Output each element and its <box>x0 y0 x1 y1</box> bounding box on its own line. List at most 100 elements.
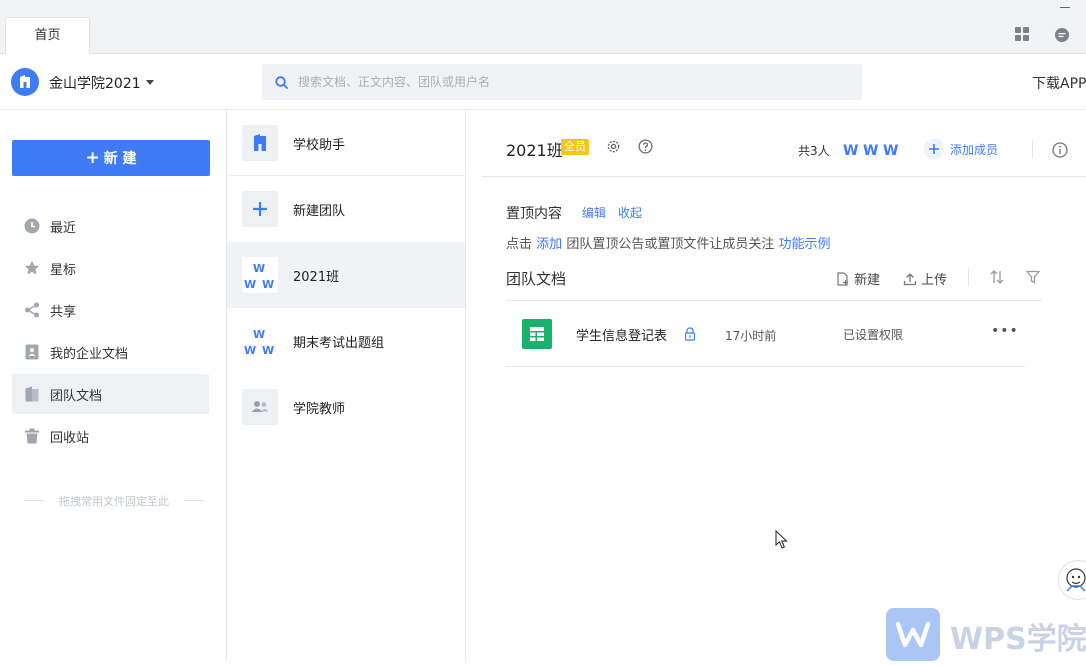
add-pinned-link[interactable]: 添加 <box>536 237 562 252</box>
file-modified-time: 17小时前 <box>725 329 777 343</box>
org-name[interactable]: 金山学院2021 <box>49 73 141 93</box>
hint-prefix: 点击 <box>506 237 533 252</box>
wps-member-avatars-icon: W W W <box>244 328 274 357</box>
file-permission-status: 已设置权限 <box>843 328 904 342</box>
mascot-icon <box>1066 568 1086 592</box>
header: 金山学院2021 下载APP <box>0 54 1086 110</box>
team-name: 学校助手 <box>293 138 346 153</box>
member-avatars-icon[interactable]: W W W <box>843 142 903 157</box>
divider <box>968 268 969 286</box>
clock-icon <box>24 218 40 234</box>
star-icon <box>24 260 40 275</box>
team-avatar: W W W <box>242 323 278 359</box>
sidebar-item-label: 回收站 <box>50 431 90 446</box>
team-item[interactable]: W W W 2021班 <box>227 242 465 308</box>
sheet-grid-icon <box>530 327 544 341</box>
info-icon[interactable] <box>1052 142 1068 158</box>
people-icon <box>251 401 269 412</box>
chevron-down-icon[interactable] <box>146 80 154 85</box>
pinned-section-title: 置顶内容 <box>506 206 562 222</box>
team-item[interactable]: 学校助手 <box>227 110 465 176</box>
wps-logo-icon <box>895 621 931 648</box>
new-button-label: 新 建 <box>103 151 137 167</box>
edit-pinned-link[interactable]: 编辑 <box>582 204 606 221</box>
team-avatar <box>242 125 278 161</box>
add-member-icon[interactable] <box>923 138 945 160</box>
gear-icon[interactable] <box>606 139 621 154</box>
search-icon <box>275 76 288 89</box>
enterprise-doc-icon <box>25 344 39 360</box>
search-box[interactable] <box>262 64 862 100</box>
wps-watermark-logo <box>886 608 940 661</box>
sidebar-item-trash[interactable]: 回收站 <box>12 416 209 456</box>
svg-text:W: W <box>843 143 858 157</box>
svg-text:W: W <box>863 143 878 157</box>
svg-text:W: W <box>253 328 265 341</box>
upload-button[interactable]: 上传 <box>903 269 947 288</box>
sidebar-item-label: 星标 <box>50 263 77 278</box>
collapse-pinned-link[interactable]: 收起 <box>618 204 642 221</box>
tab-home[interactable]: 首页 <box>5 17 90 54</box>
team-avatar <box>242 389 278 425</box>
upload-icon <box>903 273 917 286</box>
team-name: 新建团队 <box>293 204 346 219</box>
wps-member-avatars-icon: W W W <box>244 262 274 291</box>
team-item[interactable]: 学院教师 <box>227 374 465 440</box>
feature-example-link[interactable]: 功能示例 <box>778 237 830 252</box>
team-name: 2021班 <box>293 270 340 285</box>
svg-text:W: W <box>244 278 256 291</box>
pin-drop-hint: 拖拽常用文件固定至此 <box>24 493 204 509</box>
org-logo[interactable] <box>11 68 39 96</box>
svg-text:W: W <box>883 143 898 157</box>
member-count: 共3人 <box>798 144 830 158</box>
sidebar-item-label: 团队文档 <box>50 389 103 404</box>
tab-bar: 首页 <box>0 0 1086 54</box>
upload-label: 上传 <box>921 273 948 288</box>
download-app-link[interactable]: 下载APP <box>1032 73 1086 93</box>
team-detail: 2021班 全员 共3人 W W W 添加成员 置顶内容 编辑 收起 点击 添加… <box>466 110 1086 661</box>
hint-text: 团队置顶公告或置顶文件让成员关注 <box>566 237 775 252</box>
header-divider <box>482 176 1086 177</box>
apps-grid-icon[interactable] <box>1015 27 1030 42</box>
sidebar-item-enterprise-docs[interactable]: 我的企业文档 <box>12 332 209 372</box>
sidebar-item-recent[interactable]: 最近 <box>12 206 209 246</box>
lock-icon <box>684 327 696 341</box>
mouse-cursor-icon <box>775 530 788 549</box>
message-icon[interactable] <box>1054 27 1070 43</box>
file-name[interactable]: 学生信息登记表 <box>576 325 667 344</box>
sidebar-item-label: 共享 <box>50 305 77 320</box>
search-input[interactable] <box>298 64 838 100</box>
team-name: 学院教师 <box>293 402 346 417</box>
sidebar-item-team-docs[interactable]: 团队文档 <box>12 374 209 414</box>
share-icon <box>25 302 39 318</box>
svg-text:W: W <box>262 344 274 357</box>
new-doc-button[interactable]: 新建 <box>836 269 880 288</box>
school-assistant-icon <box>254 134 266 151</box>
add-member-button[interactable]: 添加成员 <box>950 141 998 158</box>
team-item-create[interactable]: 新建团队 <box>227 176 465 242</box>
table-row[interactable]: 学生信息登记表 17小时前 已设置权限 ••• <box>506 301 1025 367</box>
more-options-icon[interactable]: ••• <box>991 323 1019 339</box>
sidebar-item-shared[interactable]: 共享 <box>12 290 209 330</box>
spreadsheet-icon <box>522 319 552 349</box>
minimize-icon[interactable] <box>1060 7 1070 8</box>
svg-text:W: W <box>262 278 274 291</box>
team-doc-icon <box>25 386 39 402</box>
sidebar-item-label: 最近 <box>50 221 77 236</box>
team-item[interactable]: W W W 期末考试出题组 <box>227 308 465 374</box>
filter-icon[interactable] <box>1026 270 1040 284</box>
all-members-badge: 全员 <box>561 139 589 155</box>
pinned-hint: 点击 添加 团队置顶公告或置顶文件让成员关注 功能示例 <box>506 233 830 252</box>
svg-text:W: W <box>244 344 256 357</box>
sort-icon[interactable] <box>990 269 1004 285</box>
new-button[interactable]: + 新 建 <box>12 140 210 176</box>
team-avatar: W W W <box>242 257 278 293</box>
assistant-mascot-button[interactable] <box>1058 560 1086 600</box>
team-docs-title: 团队文档 <box>506 270 567 288</box>
trash-icon <box>25 428 39 444</box>
plus-icon: + <box>85 148 100 168</box>
new-file-icon <box>837 272 848 286</box>
team-name: 期末考试出题组 <box>293 336 385 351</box>
sidebar-item-starred[interactable]: 星标 <box>12 248 209 288</box>
help-icon[interactable] <box>638 139 653 154</box>
